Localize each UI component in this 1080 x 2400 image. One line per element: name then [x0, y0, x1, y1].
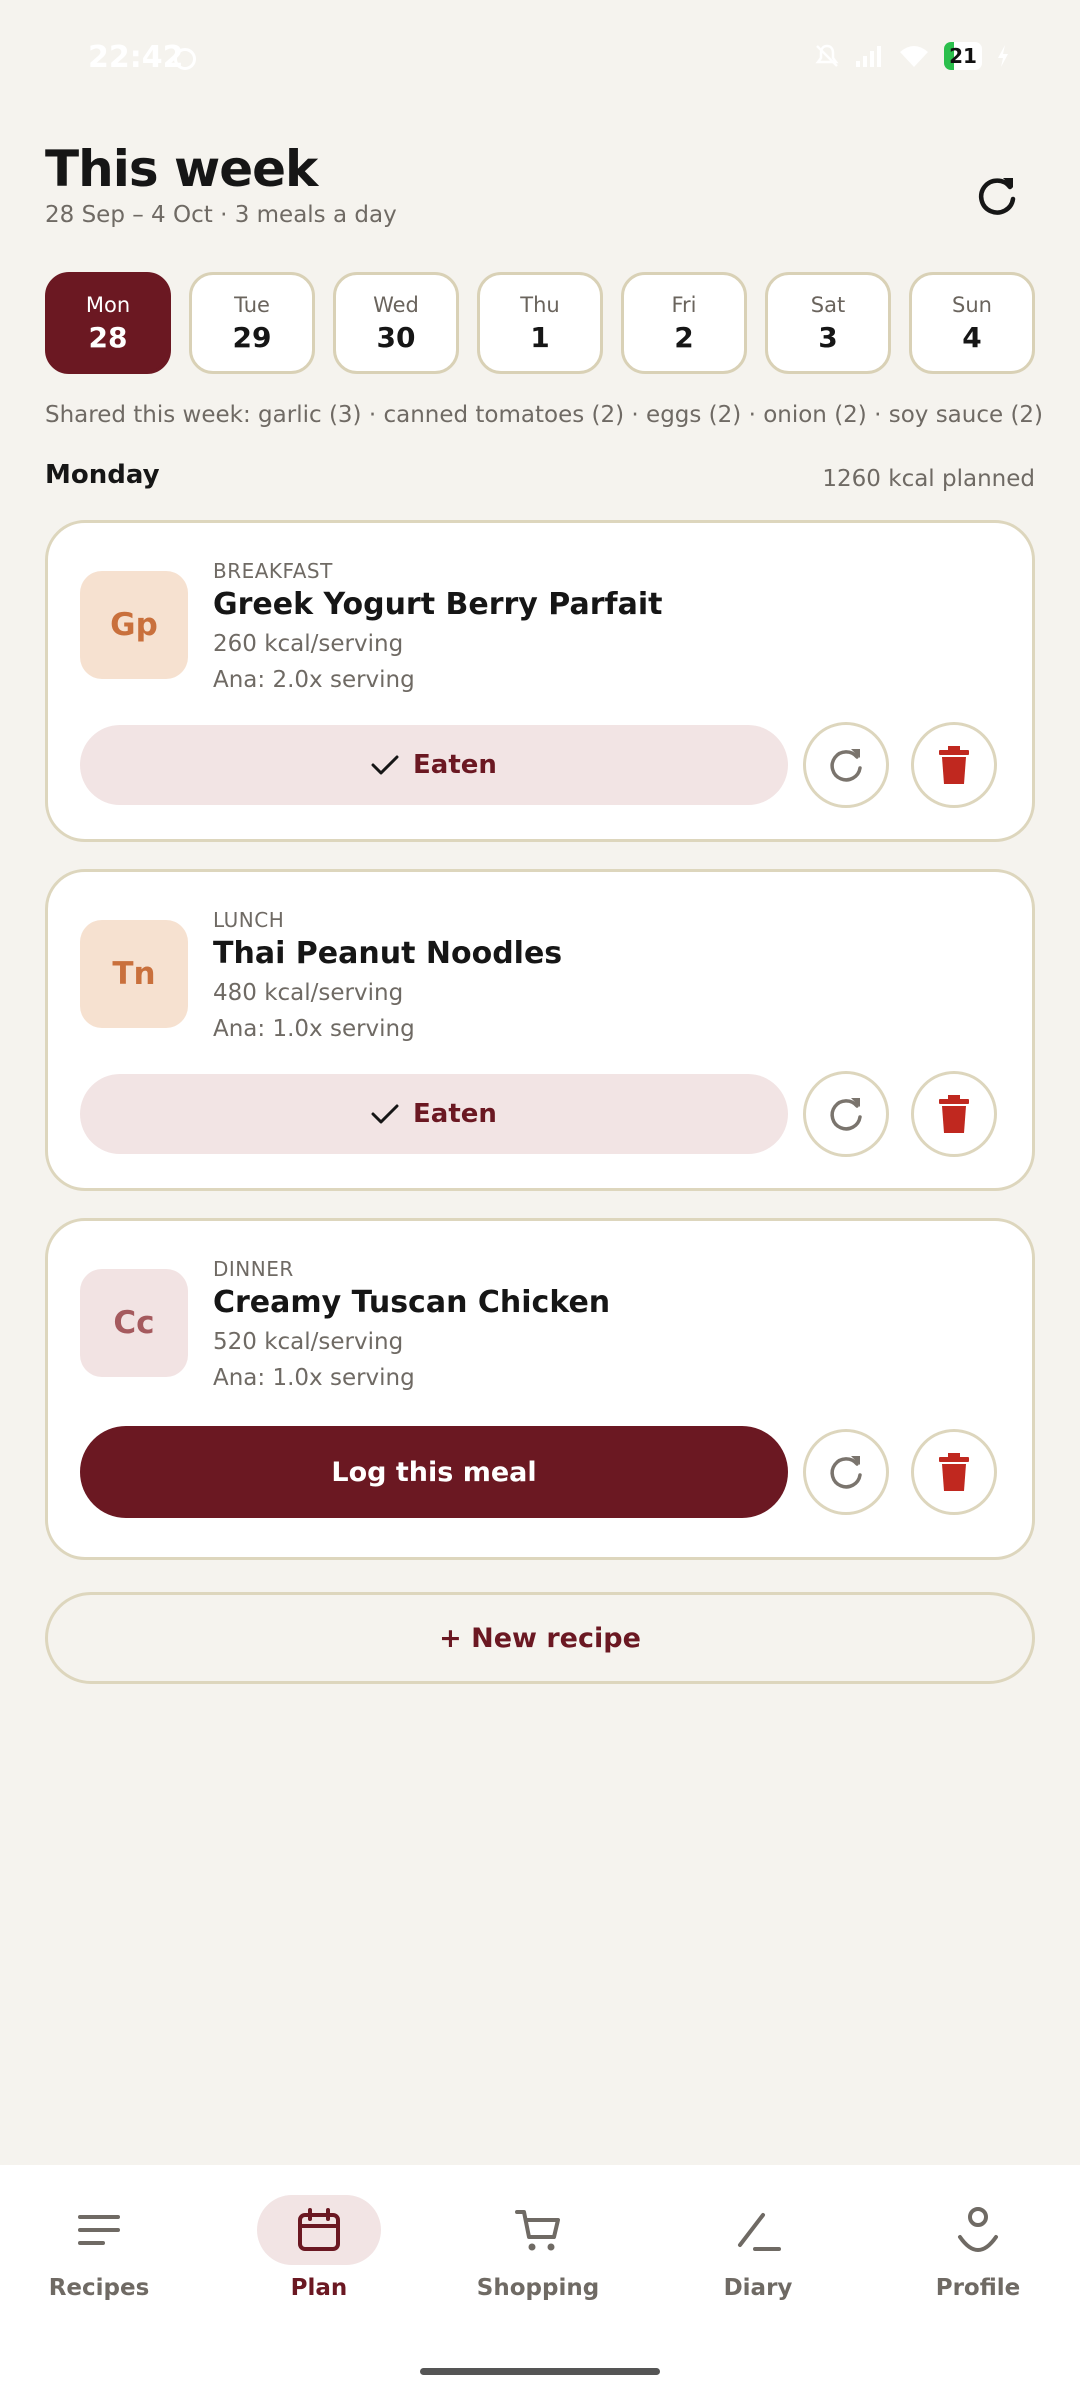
- meal-type: DINNER: [213, 1257, 294, 1281]
- nav-label: Profile: [935, 2275, 1021, 2301]
- wifi-icon: [900, 46, 928, 67]
- recipe-name[interactable]: Greek Yogurt Berry Parfait: [213, 587, 662, 622]
- recipe-kcal: 260 kcal/serving: [213, 631, 404, 657]
- day-title: Monday: [45, 460, 160, 490]
- meal-card-lunch: Tn LUNCH Thai Peanut Noodles 480 kcal/se…: [45, 869, 1035, 1191]
- recipe-name[interactable]: Thai Peanut Noodles: [213, 936, 562, 971]
- eaten-label: Eaten: [413, 750, 497, 780]
- trash-icon: [939, 1095, 969, 1133]
- nav-shopping[interactable]: Shopping: [448, 2195, 628, 2335]
- page-subtitle: 28 Sep – 4 Oct · 3 meals a day: [45, 202, 397, 228]
- day-sat[interactable]: Sat 3: [765, 272, 891, 374]
- day-mon[interactable]: Mon 28: [45, 272, 171, 374]
- recipe-kcal: 520 kcal/serving: [213, 1329, 404, 1355]
- recipe-kcal: 480 kcal/serving: [213, 980, 404, 1006]
- meal-type: BREAKFAST: [213, 559, 333, 583]
- calendar-icon: [298, 2208, 340, 2251]
- home-indicator[interactable]: [420, 2368, 660, 2375]
- serving-size: Ana: 1.0x serving: [213, 1016, 415, 1042]
- serving-size: Ana: 1.0x serving: [213, 1365, 415, 1391]
- day-sun[interactable]: Sun 4: [909, 272, 1035, 374]
- nav-label: Recipes: [48, 2275, 150, 2301]
- sync-status-icon: [174, 48, 196, 70]
- log-meal-button[interactable]: Log this meal: [80, 1426, 788, 1518]
- meal-card-breakfast: Gp BREAKFAST Greek Yogurt Berry Parfait …: [45, 520, 1035, 842]
- battery-icon: 21: [944, 42, 982, 70]
- swap-recipe-button[interactable]: [803, 1071, 889, 1157]
- recipe-avatar: Gp: [80, 571, 188, 679]
- status-bar: 22:42 21: [0, 0, 1080, 120]
- status-icons: 21: [814, 42, 1010, 70]
- mute-icon: [815, 44, 839, 67]
- bottom-nav: Recipes Plan Shopping Diary Profile: [0, 2165, 1080, 2400]
- meal-type: LUNCH: [213, 908, 285, 932]
- shared-ingredients: Shared this week: garlic (3) · canned to…: [45, 402, 1044, 428]
- battery-level: 21: [949, 44, 977, 68]
- nav-label: Shopping: [476, 2275, 600, 2301]
- planned-kcal: 1260 kcal planned: [822, 466, 1035, 492]
- signal-icon: [856, 46, 881, 67]
- nav-recipes[interactable]: Recipes: [9, 2195, 189, 2335]
- swap-recipe-button[interactable]: [803, 1429, 889, 1515]
- recipe-avatar: Tn: [80, 920, 188, 1028]
- refresh-icon: [978, 178, 1016, 215]
- page-header: This week 28 Sep – 4 Oct · 3 meals a day: [45, 140, 1035, 240]
- trash-icon: [939, 746, 969, 784]
- serving-size: Ana: 2.0x serving: [213, 667, 415, 693]
- menu-icon: [78, 2215, 120, 2245]
- nav-plan[interactable]: Plan: [229, 2195, 409, 2335]
- nav-profile[interactable]: Profile: [888, 2195, 1068, 2335]
- day-tue[interactable]: Tue 29: [189, 272, 315, 374]
- page-title: This week: [45, 140, 318, 198]
- person-icon: [958, 2207, 998, 2252]
- check-icon: [371, 1104, 399, 1124]
- recipe-avatar: Cc: [80, 1269, 188, 1377]
- eaten-button[interactable]: Eaten: [80, 725, 788, 805]
- swap-recipe-button[interactable]: [803, 722, 889, 808]
- refresh-icon: [830, 749, 862, 782]
- charging-icon: [998, 45, 1008, 67]
- delete-meal-button[interactable]: [911, 1429, 997, 1515]
- refresh-icon: [830, 1456, 862, 1489]
- nav-label: Plan: [290, 2275, 348, 2301]
- pencil-icon: [738, 2213, 781, 2251]
- day-fri[interactable]: Fri 2: [621, 272, 747, 374]
- refresh-icon: [830, 1098, 862, 1131]
- delete-meal-button[interactable]: [911, 722, 997, 808]
- recipe-name[interactable]: Creamy Tuscan Chicken: [213, 1285, 610, 1320]
- day-wed[interactable]: Wed 30: [333, 272, 459, 374]
- eaten-button[interactable]: Eaten: [80, 1074, 788, 1154]
- day-selector: Mon 28 Tue 29 Wed 30 Thu 1 Fri 2 Sat 3 Sun 4: [45, 272, 1035, 374]
- meal-card-dinner: Cc DINNER Creamy Tuscan Chicken 520 kcal…: [45, 1218, 1035, 1560]
- eaten-label: Eaten: [413, 1099, 497, 1129]
- trash-icon: [939, 1453, 969, 1491]
- nav-diary[interactable]: Diary: [668, 2195, 848, 2335]
- cart-icon: [515, 2210, 560, 2251]
- new-recipe-button[interactable]: + New recipe: [45, 1592, 1035, 1684]
- day-thu[interactable]: Thu 1: [477, 272, 603, 374]
- status-time: 22:42: [88, 40, 184, 75]
- nav-label: Diary: [723, 2275, 793, 2301]
- delete-meal-button[interactable]: [911, 1071, 997, 1157]
- regenerate-plan-button[interactable]: [967, 165, 1027, 225]
- check-icon: [371, 755, 399, 775]
